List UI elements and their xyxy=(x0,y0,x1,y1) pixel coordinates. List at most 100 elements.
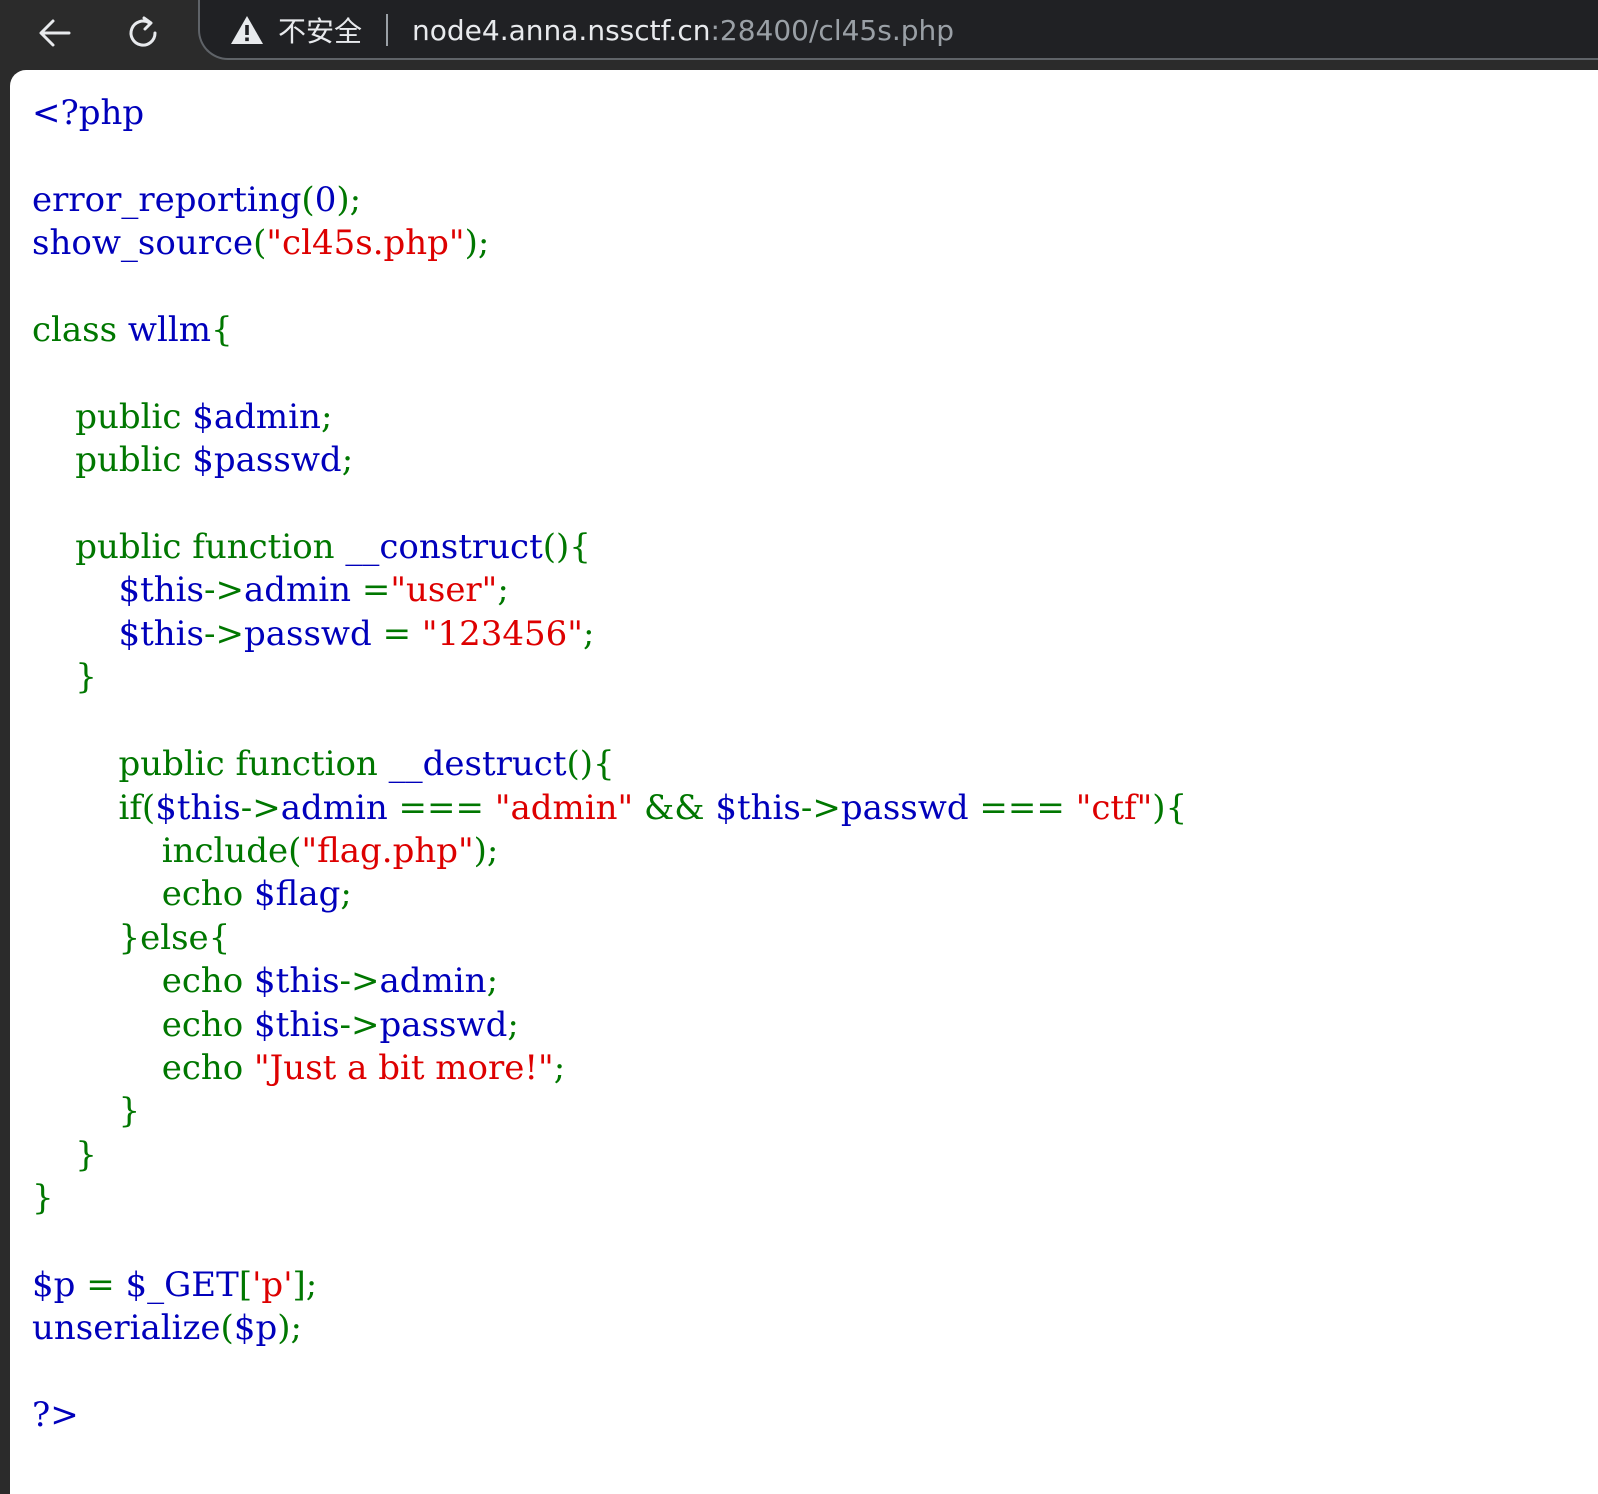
code-token: "Just a bit more!" xyxy=(254,1047,554,1088)
code-token: } xyxy=(32,657,97,698)
code-token: if( xyxy=(32,787,156,828)
code-line: }else{ xyxy=(32,918,230,958)
code-token: } xyxy=(32,1134,97,1175)
code-token: "admin" xyxy=(494,787,644,828)
code-token: -> xyxy=(240,787,281,828)
code-token: public function xyxy=(32,527,346,568)
code-line: $p = $_GET['p']; xyxy=(32,1265,317,1305)
code-token: class xyxy=(32,310,128,351)
code-token: ; xyxy=(553,1047,566,1088)
code-token: passwd xyxy=(379,1004,508,1045)
code-token: passwd xyxy=(243,613,383,654)
address-bar[interactable]: 不安全 node4.anna.nssctf.cn:28400/cl45s.php xyxy=(198,0,1598,60)
code-token: ?> xyxy=(32,1395,79,1436)
code-token: public xyxy=(32,396,193,437)
code-line: } xyxy=(32,1178,54,1218)
code-token: ; xyxy=(486,961,499,1002)
code-token: passwd xyxy=(840,787,980,828)
code-token: ; xyxy=(341,440,354,481)
code-token: "user" xyxy=(390,570,498,611)
warning-icon[interactable] xyxy=(230,14,264,46)
code-token: ]; xyxy=(292,1264,318,1305)
code-token: $this xyxy=(715,787,801,828)
code-token: 'p' xyxy=(252,1264,293,1305)
code-token: $this xyxy=(118,613,204,654)
back-button[interactable] xyxy=(32,10,78,56)
security-status-label[interactable]: 不安全 xyxy=(278,10,362,50)
code-token: = xyxy=(361,570,391,611)
code-line: include("flag.php"); xyxy=(32,830,499,871)
code-line: error_reporting(0); xyxy=(32,180,361,220)
code-token: } xyxy=(32,1091,141,1132)
url-host[interactable]: node4.anna.nssctf.cn xyxy=(412,14,710,47)
code-token: show_source xyxy=(32,223,254,264)
code-token: && xyxy=(643,787,716,828)
code-token: $_GET xyxy=(125,1264,239,1305)
code-token: ); xyxy=(473,830,499,871)
code-token: 0 xyxy=(314,179,337,220)
code-token: $this xyxy=(254,1004,340,1045)
code-line: echo $this->passwd; xyxy=(32,1005,519,1045)
code-line: ?> xyxy=(32,1395,79,1435)
code-token: ( xyxy=(301,179,315,220)
arrow-left-icon xyxy=(39,19,71,47)
php-source-code: <?php error_reporting(0); show_source("c… xyxy=(32,92,1187,1438)
code-token: echo xyxy=(32,1004,255,1045)
code-line: public function __destruct(){ xyxy=(32,744,615,785)
code-token: $this xyxy=(254,961,340,1002)
code-token: "ctf" xyxy=(1075,787,1153,828)
code-line: public $passwd; xyxy=(32,440,353,480)
code-line: unserialize($p); xyxy=(32,1308,302,1348)
code-token: = xyxy=(86,1264,126,1305)
code-token: ; xyxy=(582,613,595,654)
code-token: echo xyxy=(32,1047,255,1088)
code-token: ){ xyxy=(1152,787,1188,828)
code-token: } xyxy=(32,1178,54,1219)
code-token: echo xyxy=(32,961,255,1002)
code-line: public $admin; xyxy=(32,397,332,437)
code-token: $admin xyxy=(192,396,321,437)
url-path[interactable]: :28400/cl45s.php xyxy=(710,14,954,47)
code-token: -> xyxy=(339,1004,380,1045)
code-token: $passwd xyxy=(192,440,342,481)
code-token: (){ xyxy=(566,744,615,785)
code-token: -> xyxy=(800,787,841,828)
code-token: "flag.php" xyxy=(301,830,474,871)
code-token: = xyxy=(382,613,422,654)
code-token: <?php xyxy=(32,93,145,133)
code-token: admin xyxy=(280,787,399,828)
code-token: }else{ xyxy=(32,917,231,958)
code-token: "cl45s.php" xyxy=(266,223,465,264)
code-token: ); xyxy=(336,179,362,220)
code-token: ( xyxy=(220,1308,234,1349)
code-line: show_source("cl45s.php"); xyxy=(32,223,489,263)
code-token: __destruct xyxy=(388,744,567,785)
code-token: (){ xyxy=(542,527,591,568)
code-line: if($this->admin === "admin" && $this->pa… xyxy=(32,788,1187,828)
code-token: -> xyxy=(203,570,244,611)
code-token: __construct xyxy=(345,527,543,568)
code-token: -> xyxy=(203,613,244,654)
code-line: class wllm{ xyxy=(32,310,233,350)
code-token: admin xyxy=(243,570,362,611)
reload-button[interactable] xyxy=(120,10,166,56)
page-content: <?php error_reporting(0); show_source("c… xyxy=(10,70,1598,1494)
code-token: wllm xyxy=(127,310,211,351)
code-token: [ xyxy=(238,1264,253,1305)
code-token: -> xyxy=(339,961,380,1002)
code-token: unserialize xyxy=(32,1308,221,1349)
code-line: $this->passwd = "123456"; xyxy=(32,614,594,654)
code-line: } xyxy=(32,1135,97,1175)
code-token: error_reporting xyxy=(32,179,302,220)
code-line: public function __construct(){ xyxy=(32,527,591,567)
address-separator xyxy=(386,14,389,46)
code-token: ); xyxy=(464,223,490,264)
code-token: public xyxy=(32,440,193,481)
code-token: $flag xyxy=(254,874,341,915)
code-line: } xyxy=(32,657,97,697)
code-line: } xyxy=(32,1091,140,1131)
code-token: $this xyxy=(118,570,204,611)
code-token: include( xyxy=(32,830,302,871)
